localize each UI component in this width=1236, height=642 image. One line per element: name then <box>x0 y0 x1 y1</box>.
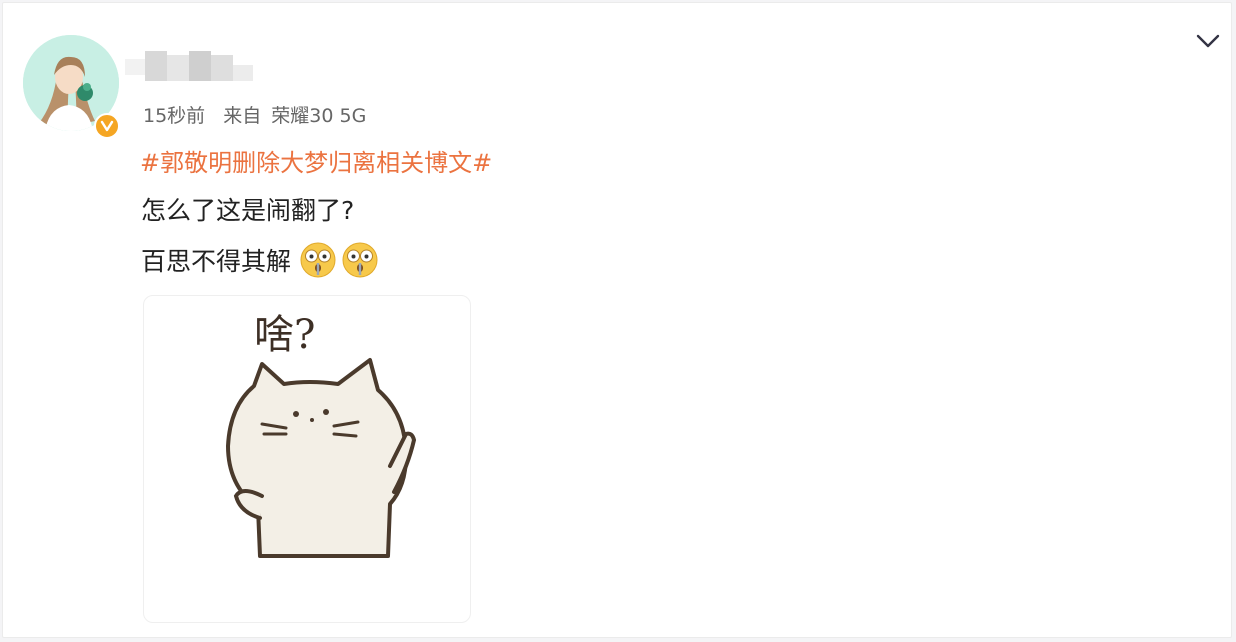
post-text-line-2: 百思不得其解 <box>141 247 292 276</box>
chevron-down-icon[interactable] <box>1193 29 1223 53</box>
source-prefix: 来自 <box>223 105 262 127</box>
shocked-face-icon <box>300 242 336 278</box>
source-device[interactable]: 荣耀30 5G <box>271 105 366 127</box>
cat-icon <box>226 358 417 558</box>
verified-badge-icon <box>94 113 120 139</box>
topic-hashtag-link[interactable]: #郭敬明删除大梦归离相关博文# <box>140 143 492 178</box>
post-meta: 15秒前 来自 荣耀30 5G <box>143 101 366 128</box>
username-blurred[interactable] <box>121 49 261 85</box>
post-text-line-1: 怎么了这是闹翻了? <box>141 196 355 225</box>
sticker-image[interactable]: 啥? <box>143 295 471 623</box>
shocked-face-icon <box>342 242 378 278</box>
post-time: 15秒前 <box>143 105 206 127</box>
post-text-line-2-row: 百思不得其解 <box>141 241 379 279</box>
weibo-post-card: 15秒前 来自 荣耀30 5G #郭敬明删除大梦归离相关博文# 怎么了这是闹翻了… <box>2 2 1232 638</box>
